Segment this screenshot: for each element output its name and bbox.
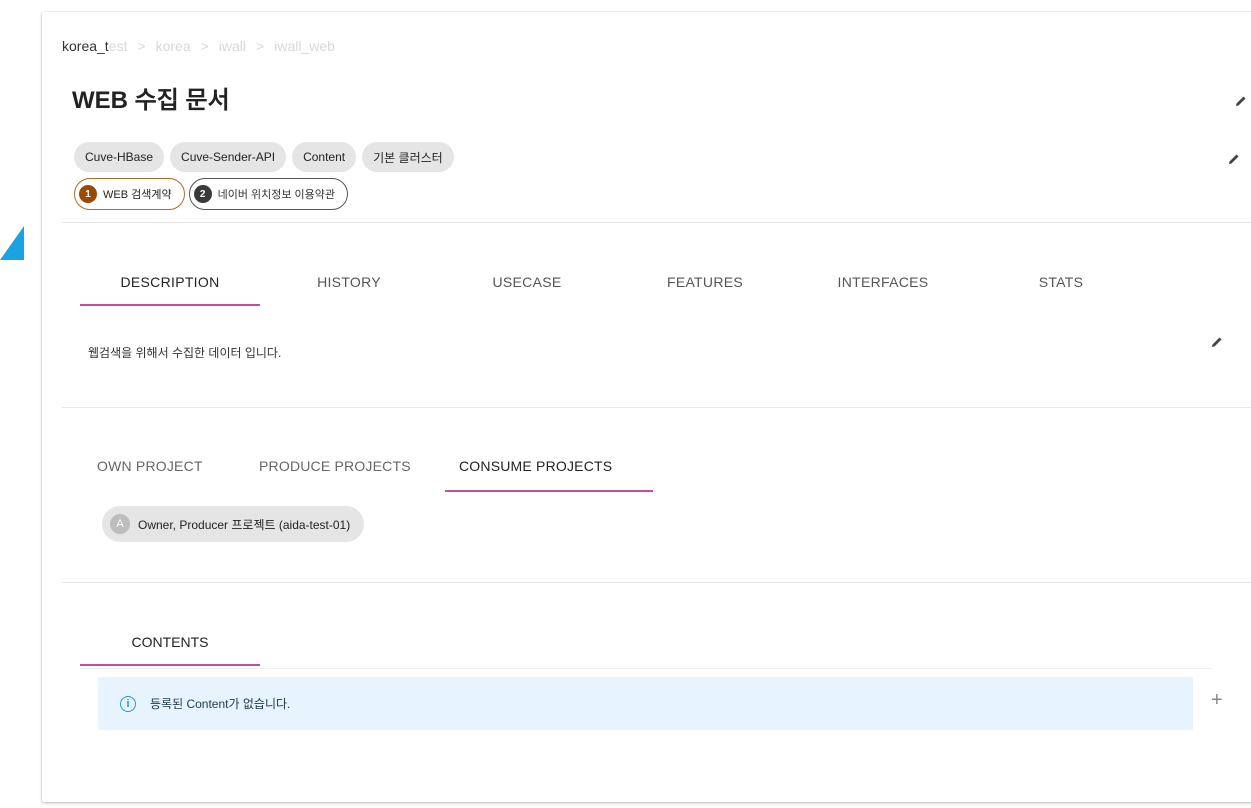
tab-interfaces[interactable]: INTERFACES [794, 258, 972, 306]
project-chip[interactable]: A Owner, Producer 프로젝트 (aida-test-01) [102, 506, 365, 542]
info-icon: i [120, 695, 136, 712]
tag-chip[interactable]: Cuve-HBase [74, 142, 165, 172]
tag-chip[interactable]: Cuve-Sender-API [170, 142, 287, 172]
section-divider [62, 582, 1251, 583]
breadcrumb-item-root-suffix[interactable]: est [109, 38, 128, 54]
tab-consume-projects[interactable]: CONSUME PROJECTS [445, 440, 653, 492]
breadcrumb-item-iwall-web[interactable]: iwall_web [274, 38, 335, 54]
detail-tabs: DESCRIPTION HISTORY USECASE FEATURES INT… [80, 258, 1150, 306]
tab-contents[interactable]: CONTENTS [80, 618, 260, 666]
tab-own-project[interactable]: OWN PROJECT [97, 440, 259, 492]
project-chip-label: Owner, Producer 프로젝트 (aida-test-01) [138, 517, 351, 532]
tab-history[interactable]: HISTORY [260, 258, 438, 306]
edit-description-pencil-icon[interactable] [1210, 335, 1224, 349]
project-tabs: OWN PROJECT PRODUCE PROJECTS CONSUME PRO… [97, 440, 653, 492]
tag-chip-list: Cuve-HBase Cuve-Sender-API Content 기본 클러… [74, 142, 454, 172]
arrow-marker-icon [0, 226, 24, 260]
tab-description[interactable]: DESCRIPTION [80, 258, 260, 306]
terms-chip-list: 1 WEB 검색계약 2 네이버 위치정보 이용약관 [74, 178, 349, 210]
tag-chip[interactable]: 기본 클러스터 [362, 142, 454, 172]
terms-label: 네이버 위치정보 이용약관 [217, 189, 336, 201]
section-divider [62, 222, 1251, 223]
section-divider [62, 407, 1251, 408]
edit-tags-pencil-icon[interactable] [1227, 152, 1241, 166]
breadcrumb-item-root[interactable]: korea_t [62, 38, 109, 54]
terms-chip-location[interactable]: 2 네이버 위치정보 이용약관 [188, 178, 349, 210]
breadcrumb: korea_t est > korea > iwall > iwall_web [62, 38, 335, 54]
empty-contents-message: 등록된 Content가 없습니다. [150, 697, 291, 711]
dataset-detail-card: korea_t est > korea > iwall > iwall_web W… [42, 12, 1251, 802]
terms-label: WEB 검색계약 [103, 189, 172, 201]
page-title: WEB 수집 문서 [72, 87, 230, 114]
tag-chip[interactable]: Content [292, 142, 357, 172]
breadcrumb-separator: > [256, 38, 265, 54]
breadcrumb-item-iwall[interactable]: iwall [219, 38, 246, 54]
add-content-plus-icon[interactable]: + [1211, 690, 1223, 710]
tab-produce-projects[interactable]: PRODUCE PROJECTS [259, 440, 459, 492]
terms-number-badge: 2 [193, 185, 212, 203]
breadcrumb-separator: > [200, 38, 209, 54]
description-text: 웹검색을 위해서 수집한 데이터 입니다. [88, 346, 282, 360]
breadcrumb-separator: > [137, 38, 146, 54]
contents-divider [80, 668, 1212, 669]
edit-title-pencil-icon[interactable] [1234, 94, 1248, 108]
breadcrumb-item-korea[interactable]: korea [156, 38, 191, 54]
tab-stats[interactable]: STATS [972, 258, 1150, 306]
terms-chip-web-search[interactable]: 1 WEB 검색계약 [74, 178, 185, 210]
terms-number-badge: 1 [79, 185, 97, 203]
tab-usecase[interactable]: USECASE [438, 258, 616, 306]
empty-contents-alert: i 등록된 Content가 없습니다. [98, 677, 1193, 730]
tab-features[interactable]: FEATURES [616, 258, 794, 306]
project-avatar: A [110, 514, 130, 534]
